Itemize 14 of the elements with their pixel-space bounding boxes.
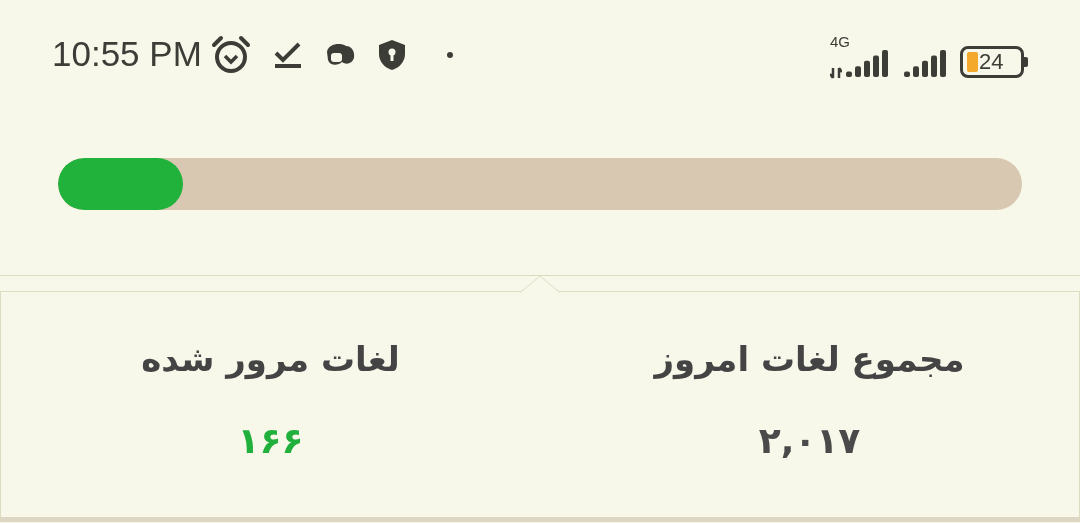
status-time: 10:55 PM bbox=[52, 33, 202, 76]
signal-icon bbox=[844, 49, 890, 79]
battery-percentage: 24 bbox=[979, 51, 1004, 73]
stat-label: مجموع لغات امروز bbox=[654, 338, 965, 381]
signal-icon bbox=[902, 49, 948, 79]
stat-value: ۱۶۶ bbox=[237, 419, 304, 463]
shield-icon bbox=[377, 38, 406, 71]
dot-icon bbox=[445, 50, 454, 59]
network-type-label: 4G bbox=[830, 34, 850, 49]
stat-value: ۲,۰۱۷ bbox=[758, 419, 861, 463]
stat-label: لغات مرور شده bbox=[141, 338, 400, 381]
alarm-clock-icon bbox=[209, 34, 252, 75]
data-arrows-icon bbox=[830, 67, 842, 79]
battery-fill bbox=[967, 52, 978, 72]
